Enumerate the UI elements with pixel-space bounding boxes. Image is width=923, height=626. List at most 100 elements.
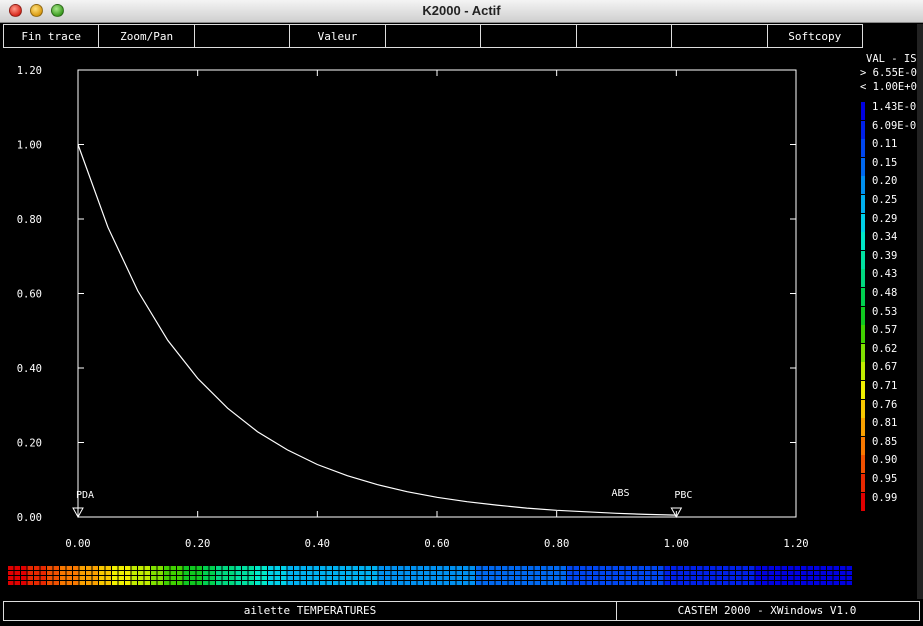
strip-cell (710, 571, 716, 575)
strip-cell (528, 576, 534, 580)
strip-cell (651, 576, 657, 580)
menu-empty-4[interactable] (577, 25, 673, 47)
strip-cell (645, 576, 651, 580)
strip-cell (34, 566, 40, 570)
legend-swatch (861, 232, 865, 251)
strip-cell (222, 581, 228, 585)
strip-cell (157, 571, 163, 575)
strip-cell (658, 576, 664, 580)
strip-cell (606, 576, 612, 580)
strip-cell (840, 566, 846, 570)
menu-valeur[interactable]: Valeur (290, 25, 386, 47)
strip-cell (586, 576, 592, 580)
strip-cell (313, 581, 319, 585)
strip-cell (268, 566, 274, 570)
strip-cell (281, 576, 287, 580)
strip-cell (729, 576, 735, 580)
strip-cell (359, 571, 365, 575)
strip-cell (814, 571, 820, 575)
strip-cell (112, 581, 118, 585)
strip-cell (547, 571, 553, 575)
strip-cell (593, 566, 599, 570)
strip-cell (729, 571, 735, 575)
strip-cell (612, 571, 618, 575)
x-tick-label: 0.80 (544, 538, 569, 550)
strip-cell (625, 566, 631, 570)
strip-cell (339, 581, 345, 585)
strip-cell (320, 571, 326, 575)
menu-fin-trace[interactable]: Fin trace (4, 25, 100, 47)
legend-swatch (861, 139, 865, 158)
menu-empty-3[interactable] (481, 25, 577, 47)
strip-cell (820, 581, 826, 585)
menu-zoom-pan[interactable]: Zoom/Pan (99, 25, 195, 47)
legend-swatch (861, 269, 865, 288)
strip-cell (417, 571, 423, 575)
strip-cell (794, 581, 800, 585)
strip-cell (346, 571, 352, 575)
strip-cell (671, 571, 677, 575)
vertical-scrollbar[interactable] (917, 24, 923, 599)
strip-cell (404, 566, 410, 570)
legend-value: 0.15 (872, 156, 898, 169)
legend-value: 0.39 (872, 249, 898, 262)
strip-cell (294, 566, 300, 570)
strip-cell (339, 576, 345, 580)
strip-cell (8, 566, 14, 570)
strip-cell (450, 571, 456, 575)
strip-cell (53, 571, 59, 575)
strip-cell (554, 566, 560, 570)
legend-swatch (861, 157, 865, 176)
strip-cell (820, 576, 826, 580)
legend-min-label: < 1.00E+00 (860, 81, 923, 93)
strip-cell (489, 566, 495, 570)
strip-cell (560, 576, 566, 580)
strip-cell (281, 571, 287, 575)
strip-cell (814, 576, 820, 580)
strip-cell (430, 581, 436, 585)
strip-cell (833, 581, 839, 585)
strip-cell (794, 571, 800, 575)
strip-cell (333, 581, 339, 585)
strip-cell (365, 576, 371, 580)
menu-empty-2[interactable] (386, 25, 482, 47)
strip-cell (456, 571, 462, 575)
strip-cell (164, 581, 170, 585)
strip-cell (541, 566, 547, 570)
strip-cell (814, 566, 820, 570)
strip-cell (164, 571, 170, 575)
menu-softcopy[interactable]: Softcopy (768, 25, 862, 47)
strip-cell (612, 581, 618, 585)
strip-cell (599, 581, 605, 585)
strip-cell (801, 571, 807, 575)
strip-cell (300, 581, 306, 585)
strip-cell (60, 581, 66, 585)
strip-cell (658, 566, 664, 570)
menu-empty-1[interactable] (195, 25, 291, 47)
legend-swatch (861, 418, 865, 437)
strip-cell (567, 566, 573, 570)
strip-cell (528, 566, 534, 570)
strip-cell (749, 571, 755, 575)
strip-cell (632, 566, 638, 570)
strip-cell (391, 566, 397, 570)
strip-cell (138, 581, 144, 585)
strip-cell (476, 571, 482, 575)
strip-cell (437, 566, 443, 570)
strip-cell (177, 571, 183, 575)
y-tick-label: 0.40 (17, 363, 42, 375)
strip-cell (619, 571, 625, 575)
strip-cell (580, 566, 586, 570)
menu-empty-5[interactable] (672, 25, 768, 47)
strip-cell (840, 581, 846, 585)
y-tick-label: 1.20 (17, 65, 42, 77)
strip-cell (27, 581, 33, 585)
strip-cell (66, 576, 72, 580)
strip-cell (170, 581, 176, 585)
strip-cell (489, 576, 495, 580)
strip-cell (495, 566, 501, 570)
strip-cell (664, 576, 670, 580)
strip-cell (307, 581, 313, 585)
strip-cell (515, 571, 521, 575)
legend-value: 0.43 (872, 268, 898, 281)
